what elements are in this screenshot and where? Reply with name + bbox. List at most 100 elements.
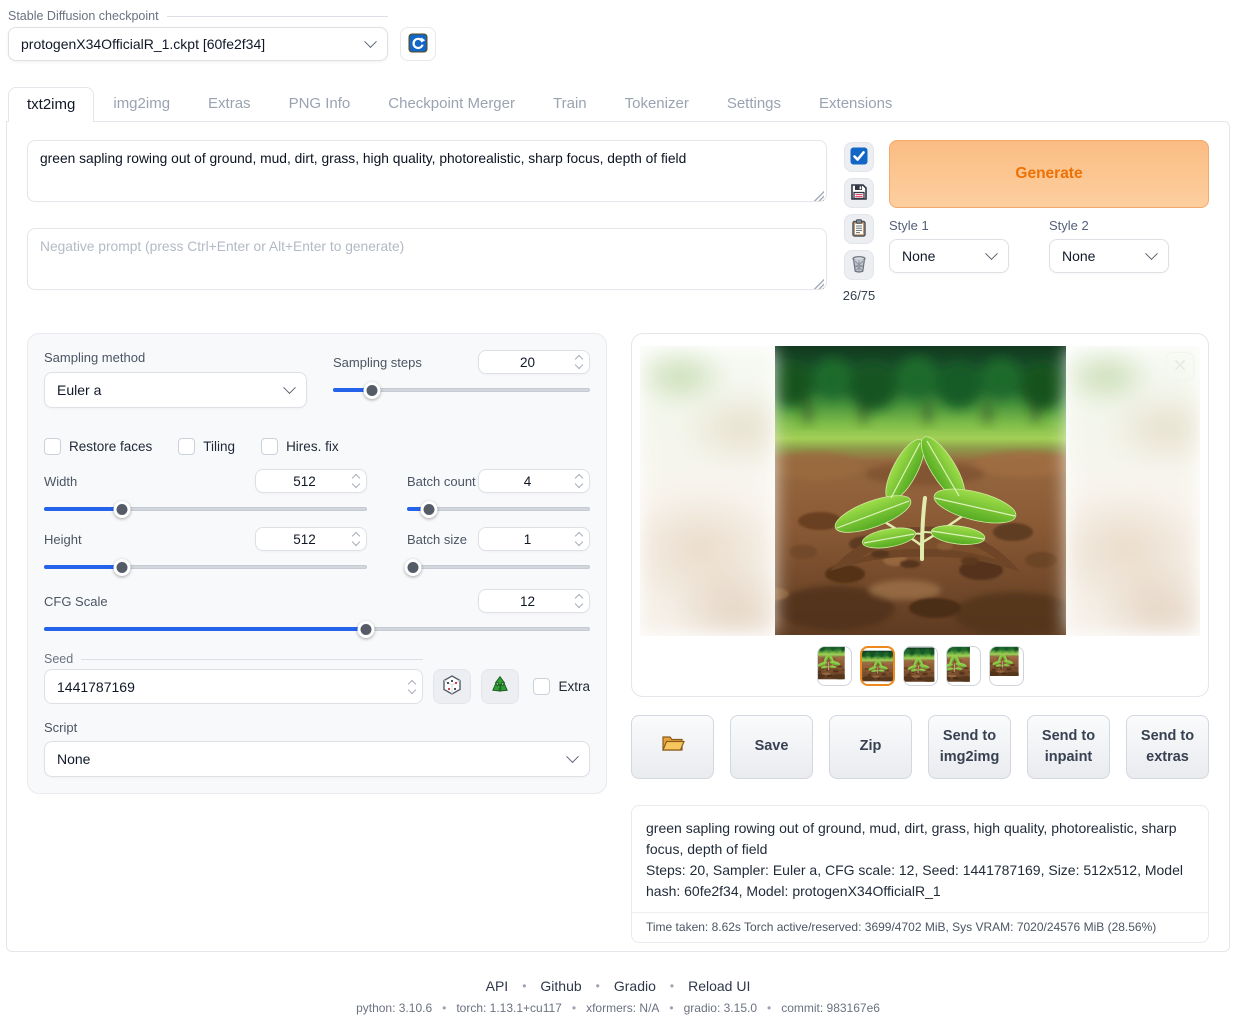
cfg-scale-value[interactable] xyxy=(479,594,576,609)
app-root: Stable Diffusion checkpoint protogenX34O… xyxy=(0,0,1236,1029)
stepper-arrows[interactable] xyxy=(353,533,366,545)
batch-count-slider[interactable] xyxy=(407,501,590,517)
bullet: • xyxy=(767,1001,771,1015)
tab-train[interactable]: Train xyxy=(534,87,606,121)
checkpoint-select[interactable]: protogenX34OfficialR_1.ckpt [60fe2f34] xyxy=(8,27,388,61)
generate-column: Generate Style 1 None Style 2 None xyxy=(889,140,1209,273)
height-input[interactable] xyxy=(255,527,367,551)
seed-group: Seed xyxy=(44,651,423,704)
tab-png-info[interactable]: PNG Info xyxy=(270,87,370,121)
thumbnail-3[interactable] xyxy=(903,646,938,686)
cfg-scale-input[interactable] xyxy=(478,589,590,613)
seed-value[interactable] xyxy=(45,679,409,695)
batch-size-value[interactable] xyxy=(479,532,576,547)
save-style-button[interactable] xyxy=(844,178,874,208)
open-folder-button[interactable] xyxy=(631,715,714,779)
sampling-method-select[interactable]: Euler a xyxy=(44,372,307,408)
send-to-img2img-button[interactable]: Send to img2img xyxy=(928,715,1011,779)
info-time-text: Time taken: 8.62s Torch active/reserved:… xyxy=(632,912,1208,942)
info-prompt-text: green sapling rowing out of ground, mud,… xyxy=(646,818,1194,860)
generation-settings-panel: Sampling method Euler a Sampling steps xyxy=(27,333,607,794)
extra-seed-checkbox[interactable] xyxy=(533,678,550,695)
batch-size-group: Batch size xyxy=(407,527,590,575)
paste-check-icon xyxy=(849,146,869,169)
tab-extras[interactable]: Extras xyxy=(189,87,270,121)
tab-extensions[interactable]: Extensions xyxy=(800,87,911,121)
stepper-arrows[interactable] xyxy=(576,533,589,545)
sampling-steps-value[interactable] xyxy=(479,355,576,370)
script-select[interactable]: None xyxy=(44,741,590,777)
stepper-arrows[interactable] xyxy=(353,475,366,487)
refresh-checkpoints-button[interactable] xyxy=(400,27,436,61)
negative-prompt-input[interactable] xyxy=(27,228,827,290)
tab-settings[interactable]: Settings xyxy=(708,87,800,121)
hires-fix-checkbox[interactable] xyxy=(261,438,278,455)
height-value[interactable] xyxy=(256,532,353,547)
width-group: Width xyxy=(44,469,367,517)
slider-handle[interactable] xyxy=(113,501,130,518)
tab-tokenizer[interactable]: Tokenizer xyxy=(606,87,708,121)
style2-select[interactable]: None xyxy=(1049,239,1169,273)
paste-params-button[interactable] xyxy=(844,142,874,172)
apply-style-button[interactable] xyxy=(844,214,874,244)
clear-prompt-button[interactable] xyxy=(844,250,874,280)
tab-img2img[interactable]: img2img xyxy=(94,87,189,121)
dice-icon xyxy=(441,674,463,699)
save-button[interactable]: Save xyxy=(730,715,813,779)
sampling-steps-slider[interactable] xyxy=(333,382,590,398)
width-slider[interactable] xyxy=(44,501,367,517)
stepper-arrows[interactable] xyxy=(576,356,589,368)
gradio-link[interactable]: Gradio xyxy=(614,978,656,994)
height-slider[interactable] xyxy=(44,559,367,575)
stepper-arrows[interactable] xyxy=(409,681,422,693)
slider-handle[interactable] xyxy=(358,621,375,638)
prompt-input[interactable]: green sapling rowing out of ground, mud,… xyxy=(27,140,827,202)
batch-count-value[interactable] xyxy=(479,474,576,489)
slider-handle[interactable] xyxy=(363,382,380,399)
sampling-method-group: Sampling method Euler a xyxy=(44,350,307,408)
tiling-checkbox[interactable] xyxy=(178,438,195,455)
stepper-arrows[interactable] xyxy=(576,475,589,487)
thumbnail-4[interactable] xyxy=(946,646,981,686)
send-to-inpaint-button[interactable]: Send to inpaint xyxy=(1027,715,1110,779)
slider-handle[interactable] xyxy=(405,559,422,576)
generated-image[interactable] xyxy=(775,346,1066,635)
reuse-seed-button[interactable] xyxy=(481,669,519,704)
commit-hash: commit: 983167e6 xyxy=(781,1001,880,1015)
legend-line xyxy=(167,16,388,17)
api-link[interactable]: API xyxy=(486,978,509,994)
thumbnail-2-selected[interactable] xyxy=(860,646,895,686)
thumbnail-5[interactable] xyxy=(989,646,1024,686)
batch-size-input[interactable] xyxy=(478,527,590,551)
bullet: • xyxy=(522,979,526,993)
tab-checkpoint-merger[interactable]: Checkpoint Merger xyxy=(369,87,534,121)
thumbnail-1[interactable] xyxy=(817,646,852,686)
script-group: Script None xyxy=(44,720,590,777)
seed-input[interactable] xyxy=(44,669,423,704)
stepper-arrows[interactable] xyxy=(576,595,589,607)
chevron-down-icon xyxy=(283,381,296,394)
restore-faces-checkbox[interactable] xyxy=(44,438,61,455)
sampling-steps-input[interactable] xyxy=(478,350,590,374)
reload-ui-link[interactable]: Reload UI xyxy=(688,978,750,994)
batch-size-slider[interactable] xyxy=(407,559,590,575)
send-to-extras-button[interactable]: Send to extras xyxy=(1126,715,1209,779)
sampling-steps-group: Sampling steps xyxy=(333,350,590,408)
slider-handle[interactable] xyxy=(420,501,437,518)
width-value[interactable] xyxy=(256,474,353,489)
zip-button[interactable]: Zip xyxy=(829,715,912,779)
width-input[interactable] xyxy=(255,469,367,493)
checkpoint-group: Stable Diffusion checkpoint protogenX34O… xyxy=(8,8,388,61)
height-group: Height xyxy=(44,527,367,575)
batch-count-input[interactable] xyxy=(478,469,590,493)
result-gallery xyxy=(631,333,1209,697)
cfg-scale-slider[interactable] xyxy=(44,621,590,637)
style1-select[interactable]: None xyxy=(889,239,1009,273)
bullet: • xyxy=(596,979,600,993)
generate-button[interactable]: Generate xyxy=(889,140,1209,208)
github-link[interactable]: Github xyxy=(540,978,581,994)
random-seed-button[interactable] xyxy=(433,669,471,704)
script-label: Script xyxy=(44,720,590,735)
slider-handle[interactable] xyxy=(113,559,130,576)
tab-txt2img[interactable]: txt2img xyxy=(8,87,94,122)
